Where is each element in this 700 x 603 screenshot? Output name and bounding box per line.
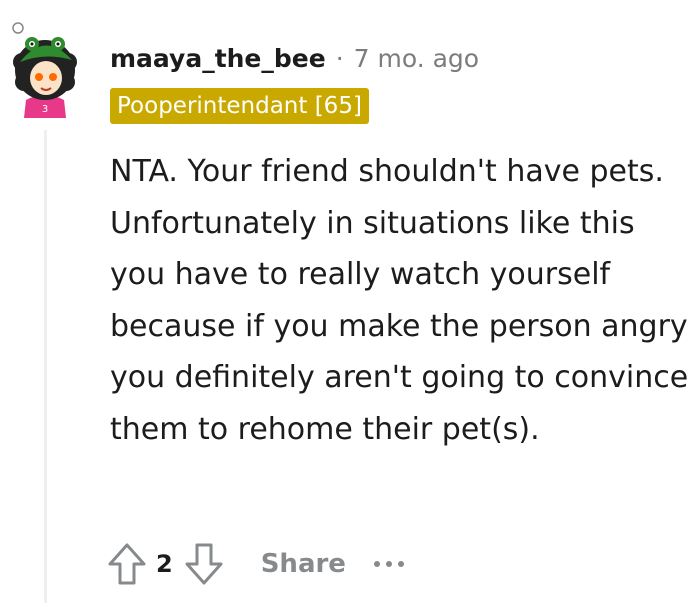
separator-dot: · (335, 43, 344, 73)
comment-timestamp[interactable]: 7 mo. ago (354, 44, 479, 73)
svg-text:3: 3 (42, 104, 48, 115)
comment-header: maaya_the_bee · 7 mo. ago (110, 38, 479, 78)
ellipsis-icon (373, 561, 410, 567)
user-avatar[interactable]: 3 (12, 22, 78, 118)
comment-actions: 2 Share (104, 538, 410, 590)
downvote-button[interactable] (181, 541, 227, 587)
user-flair: Pooperintendant [65] (110, 88, 369, 124)
arrow-up-icon (108, 543, 146, 585)
arrow-down-icon (185, 543, 223, 585)
comment-body: NTA. Your friend shouldn't have pets. Un… (110, 154, 689, 447)
share-button[interactable]: Share (261, 549, 346, 579)
thread-line[interactable] (44, 130, 47, 603)
more-options-button[interactable] (373, 549, 410, 579)
username-link[interactable]: maaya_the_bee (110, 44, 326, 73)
vote-score: 2 (156, 550, 173, 578)
upvote-button[interactable] (104, 541, 150, 587)
